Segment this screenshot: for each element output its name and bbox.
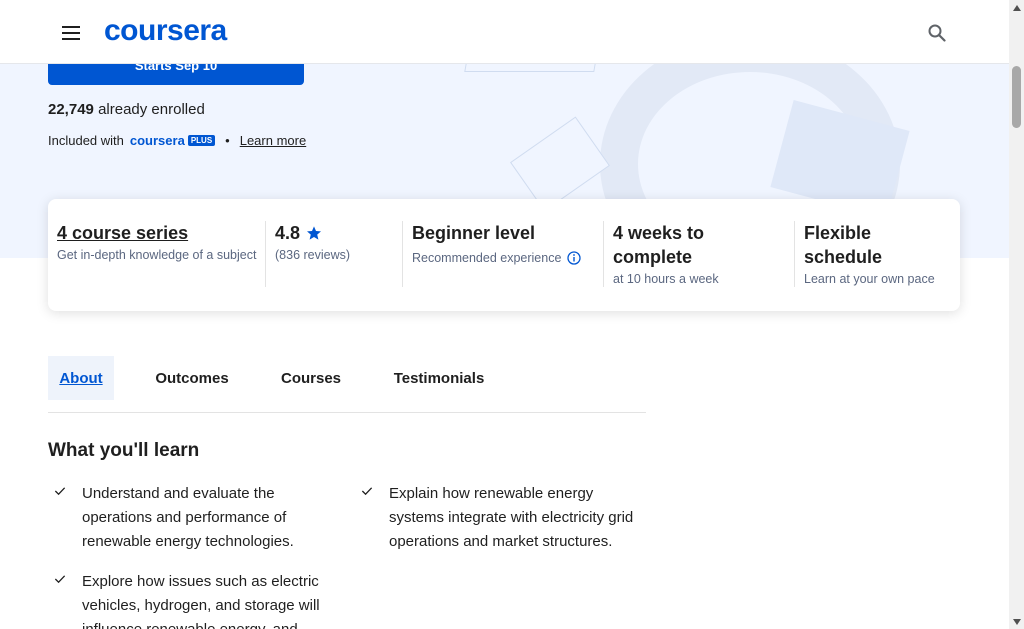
page: Starts Sep 10 coursera 22,749 already en…: [0, 0, 1024, 629]
learn-item[interactable]: Understand and evaluate the operations a…: [52, 482, 332, 554]
schedule-title: Flexible schedule: [804, 223, 883, 267]
what-youll-learn-heading: What you'll learn: [48, 440, 200, 461]
learn-more-link[interactable]: Learn more: [240, 133, 306, 148]
menu-button[interactable]: [46, 8, 96, 58]
section-tabs: About Outcomes Courses Testimonials: [48, 356, 646, 413]
triangle-down-icon: [1012, 618, 1021, 625]
stat-series: 4 course series Get in-depth knowledge o…: [48, 221, 266, 287]
duration-sub: at 10 hours a week: [613, 272, 719, 286]
learn-item[interactable]: Explain how renewable energy systems int…: [359, 482, 649, 554]
learn-item-text: Explore how issues such as electric vehi…: [82, 573, 320, 629]
menu-icon: [62, 26, 80, 40]
learn-item-text: Understand and evaluate the operations a…: [82, 485, 294, 550]
scroll-up-button[interactable]: [1009, 0, 1024, 15]
separator-dot: •: [225, 133, 230, 148]
coursera-logo[interactable]: coursera: [104, 14, 227, 48]
plus-badge: PLUS: [187, 135, 216, 146]
decorative-shape: [510, 116, 610, 212]
course-stats-card: 4 course series Get in-depth knowledge o…: [48, 199, 960, 311]
search-icon: [928, 24, 946, 42]
info-icon: [567, 251, 582, 265]
included-with-row: Included with coursera PLUS • Learn more: [48, 133, 306, 148]
scroll-down-button[interactable]: [1009, 614, 1024, 629]
level-title: Beginner level: [412, 223, 536, 243]
rating-value: 4.8: [275, 223, 301, 243]
course-series-link[interactable]: 4 course series: [57, 221, 188, 245]
check-icon: [54, 487, 66, 496]
decorative-shape: [464, 64, 598, 72]
stat-schedule: Flexible schedule Learn at your own pace: [795, 221, 960, 287]
coursera-plus-logo: coursera PLUS: [129, 133, 216, 148]
enrolled-number: 22,749: [48, 101, 94, 118]
check-icon: [361, 487, 373, 496]
enrolled-text: already enrolled: [98, 101, 205, 118]
search-button[interactable]: [912, 8, 962, 58]
stat-level: Beginner level Recommended experience: [403, 221, 604, 287]
included-with-label: Included with: [48, 133, 124, 148]
tab-testimonials[interactable]: Testimonials: [382, 356, 496, 400]
learn-item[interactable]: Explore how issues such as electric vehi…: [52, 570, 332, 629]
recommended-experience-info-button[interactable]: [561, 245, 587, 271]
tab-courses[interactable]: Courses: [270, 356, 352, 400]
enrolled-count: 22,749 already enrolled: [48, 101, 205, 118]
review-count: (836 reviews): [275, 248, 351, 262]
tab-outcomes[interactable]: Outcomes: [144, 356, 240, 400]
top-header: coursera: [0, 0, 1009, 64]
tab-about[interactable]: About: [48, 356, 114, 400]
triangle-up-icon: [1012, 4, 1021, 11]
stat-rating: 4.8 (836 reviews): [266, 221, 403, 287]
page-scrollbar[interactable]: [1009, 0, 1024, 629]
level-sub: Recommended experience: [412, 245, 595, 271]
coursera-plus-wordmark: coursera: [129, 133, 185, 148]
duration-title: 4 weeks to complete: [613, 223, 705, 267]
learn-item-text: Explain how renewable energy systems int…: [389, 485, 634, 550]
check-icon: [54, 575, 66, 584]
stat-series-sub: Get in-depth knowledge of a subject: [57, 248, 257, 262]
star-icon: [307, 226, 322, 240]
stat-duration: 4 weeks to complete at 10 hours a week: [604, 221, 795, 287]
scrollbar-thumb[interactable]: [1012, 66, 1021, 128]
recommended-experience-label: Recommended experience: [412, 251, 562, 265]
schedule-sub: Learn at your own pace: [804, 272, 935, 286]
